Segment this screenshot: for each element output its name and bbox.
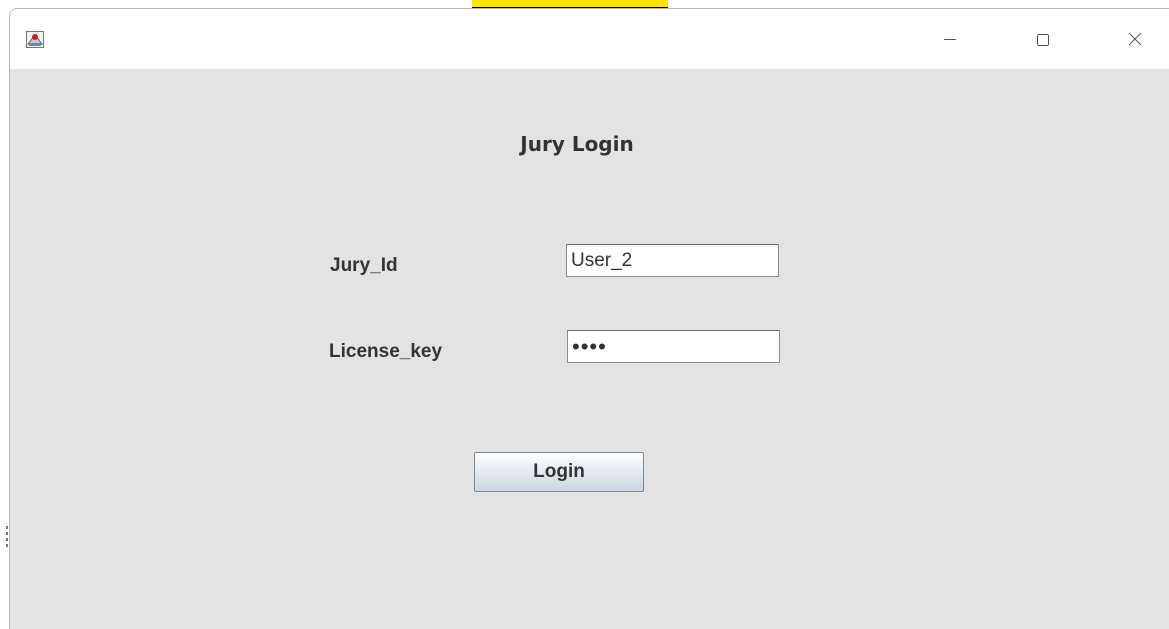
license-key-label: License_key xyxy=(329,341,443,362)
login-button[interactable]: Login xyxy=(474,452,644,492)
minimize-button[interactable] xyxy=(926,21,972,57)
form-title: Jury Login xyxy=(520,132,634,156)
jury-id-input[interactable] xyxy=(566,244,779,277)
maximize-icon xyxy=(1037,34,1049,46)
license-key-password-field[interactable] xyxy=(567,330,780,363)
close-icon xyxy=(1128,32,1142,46)
top-edge-highlight xyxy=(472,0,668,8)
login-window: Jury Login Jury_Id License_key Login xyxy=(9,8,1169,629)
maximize-button[interactable] xyxy=(1018,21,1064,57)
login-panel: Jury Login Jury_Id License_key Login xyxy=(10,69,1169,629)
close-button[interactable] xyxy=(1110,21,1156,57)
jury-id-label: Jury_Id xyxy=(330,255,398,276)
java-app-icon[interactable] xyxy=(26,31,44,48)
minimize-icon xyxy=(944,39,956,40)
left-edge-marker xyxy=(6,526,8,548)
title-bar[interactable] xyxy=(10,9,1169,69)
